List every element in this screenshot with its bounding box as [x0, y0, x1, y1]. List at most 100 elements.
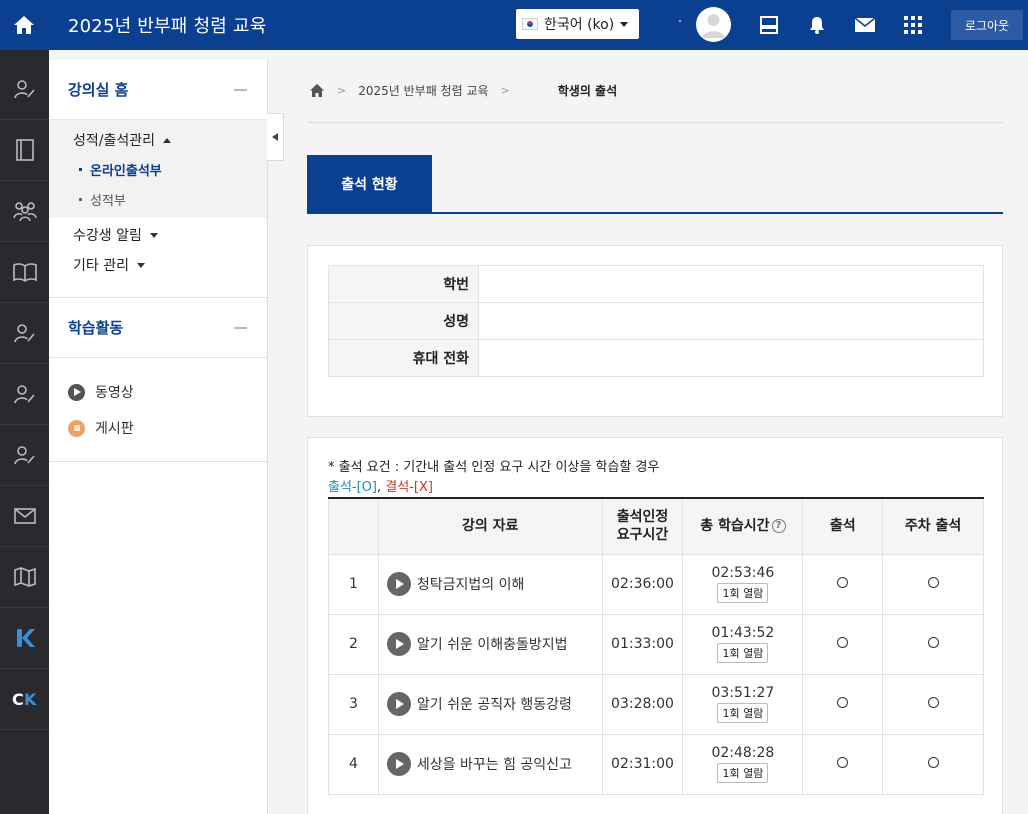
sidebar-section-activities[interactable]: 학습활동: [49, 298, 267, 358]
collapse-minus-icon[interactable]: [234, 88, 247, 91]
play-icon[interactable]: [386, 752, 411, 776]
rail-item-ck-logo[interactable]: CK: [0, 669, 49, 730]
lecture-title[interactable]: 세상을 바꾸는 힘 공익신고: [417, 754, 572, 774]
sidebar-collapse-button[interactable]: [267, 113, 284, 161]
circle-o-icon: [837, 577, 849, 588]
rail-item-k-logo[interactable]: [0, 608, 49, 669]
total-study-time: 03:51:27: [711, 685, 775, 701]
chevron-left-icon: [272, 133, 278, 141]
rail-item-map[interactable]: [0, 547, 49, 608]
home-button[interactable]: [0, 0, 48, 50]
total-study-time: 02:48:28: [711, 745, 775, 761]
sidebar-item-online-attendance[interactable]: 온라인출석부: [49, 154, 267, 184]
breadcrumb-course[interactable]: 2025년 반부패 청렴 교육: [358, 82, 488, 99]
table-row: 1 청탁금지법의 이해 02:36:00 02:53:46 1회 열람: [328, 553, 984, 615]
view-count-button[interactable]: 1회 열람: [717, 763, 769, 783]
person-edit-icon: [13, 385, 35, 404]
rail-item-group[interactable]: [0, 181, 49, 242]
notifications-button[interactable]: [805, 13, 829, 37]
table-header-row: 강의 자료 출석인정 요구시간 총 학습시간? 출석 주차 출석: [328, 498, 984, 555]
home-icon[interactable]: [309, 83, 325, 98]
circle-o-icon: [927, 757, 939, 768]
label-phone: 휴대 전화: [328, 339, 479, 377]
required-time: 02:31:00: [601, 733, 684, 795]
activity-video[interactable]: 동영상: [49, 374, 267, 410]
lecture-title[interactable]: 알기 쉬운 이해충돌방지법: [417, 634, 568, 654]
sidebar-section-home[interactable]: 강의실 홈: [49, 60, 267, 120]
collapse-minus-icon[interactable]: [234, 326, 247, 329]
rail-item-person[interactable]: [0, 50, 49, 120]
lecture-title[interactable]: 알기 쉬운 공직자 행동강령: [417, 694, 572, 714]
logout-button[interactable]: 로그아웃: [951, 10, 1023, 40]
rail-item-book[interactable]: [0, 242, 49, 303]
breadcrumb: > 2025년 반부패 청렴 교육 > 학생의 출석: [309, 80, 617, 100]
lecture-title[interactable]: 청탁금지법의 이해: [417, 574, 525, 594]
sidebar-item-student-notice[interactable]: 수강생 알림: [49, 220, 267, 250]
legend-absent: 결석-[X]: [385, 480, 433, 495]
apps-button[interactable]: [901, 13, 925, 37]
total-study-time-cell: 02:48:28 1회 열람: [682, 733, 804, 795]
sidebar-group-label: 성적/출석관리: [73, 133, 155, 149]
breadcrumb-current: 학생의 출석: [557, 83, 618, 98]
total-study-time-cell: 02:53:46 1회 열람: [682, 553, 804, 615]
sidebar-section-title: 학습활동: [68, 319, 124, 337]
korea-flag-icon: [522, 18, 538, 30]
chevron-right-icon: >: [337, 83, 347, 97]
sidebar-item-gradebook[interactable]: 성적부: [49, 184, 267, 214]
view-count-button[interactable]: 1회 열람: [717, 583, 769, 603]
tab-underline: [307, 212, 1003, 214]
required-time: 02:36:00: [601, 553, 684, 615]
attendance-mark: [802, 613, 884, 675]
activity-board[interactable]: 게시판: [49, 410, 267, 446]
activity-label: 게시판: [95, 421, 134, 437]
required-time: 03:28:00: [601, 673, 684, 735]
sidebar-group-title[interactable]: 성적/출석관리: [49, 126, 267, 154]
header-weekly-attendance: 주차 출석: [882, 498, 984, 555]
bullet-icon: [79, 197, 82, 201]
table-row: 학번: [328, 265, 984, 303]
notebook-icon: [15, 139, 34, 161]
header-total-time: 총 학습시간?: [682, 498, 804, 555]
language-label: 한국어 (ko): [544, 17, 615, 33]
attendance-box: * 출석 요건 : 기간내 출석 인정 요구 시간 이상을 학습할 경우 출석-…: [307, 437, 1003, 814]
rail-item-mail[interactable]: [0, 486, 49, 547]
header-attendance: 출석: [802, 498, 884, 555]
play-icon[interactable]: [386, 632, 411, 656]
view-count-button[interactable]: 1회 열람: [717, 703, 769, 723]
label-student-id: 학번: [328, 265, 479, 303]
table-row: 2 알기 쉬운 이해충돌방지법 01:33:00 01:43:52 1회 열람: [328, 613, 984, 675]
table-row: 휴대 전화: [328, 339, 984, 377]
grid-icon: [904, 16, 922, 34]
circle-o-icon: [927, 697, 939, 708]
value-name: [478, 302, 984, 340]
rail-item-person-3[interactable]: [0, 364, 49, 425]
course-title[interactable]: 2025년 반부패 청렴 교육: [68, 12, 266, 38]
help-icon[interactable]: ?: [771, 519, 786, 534]
row-number: 4: [328, 733, 379, 795]
play-icon: [68, 383, 85, 401]
chevron-up-icon: [163, 137, 171, 143]
weekly-attendance-mark: [882, 613, 984, 675]
rail-item-person-2[interactable]: [0, 303, 49, 364]
view-count-button[interactable]: 1회 열람: [717, 643, 769, 663]
group-icon: [12, 202, 37, 222]
rail-item-notebook[interactable]: [0, 120, 49, 181]
header-material: 강의 자료: [377, 498, 603, 555]
layout-toggle-button[interactable]: [757, 13, 781, 37]
play-icon[interactable]: [386, 692, 411, 716]
svg-text:K: K: [24, 690, 37, 708]
avatar[interactable]: [696, 7, 731, 42]
circle-o-icon: [927, 577, 939, 588]
person-edit-icon: [13, 324, 35, 343]
row-number: 3: [328, 673, 379, 735]
language-select[interactable]: 한국어 (ko): [516, 9, 639, 39]
bullet-icon: [79, 167, 82, 171]
messages-button[interactable]: [853, 13, 877, 37]
tab-attendance-status[interactable]: 출석 현황: [307, 155, 432, 213]
play-icon[interactable]: [386, 572, 411, 596]
rail-item-person-4[interactable]: [0, 425, 49, 486]
sidebar-group-grades: 성적/출석관리 온라인출석부 성적부: [49, 120, 267, 218]
sidebar-item-other-management[interactable]: 기타 관리: [49, 250, 267, 280]
divider: [49, 446, 267, 462]
